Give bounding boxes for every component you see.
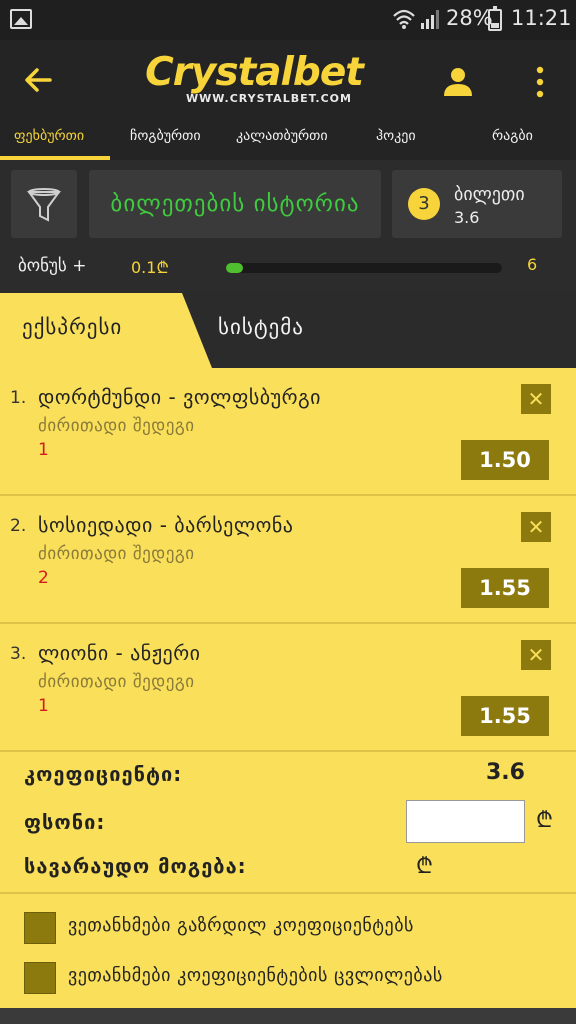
betslip-header-panel: ბილეთების ისტორია 3 ბილეთი 3.6 ბონუს + 0… [0, 160, 576, 293]
filter-button[interactable] [11, 170, 77, 238]
bet-market: ძირითადი შედეგი [38, 672, 195, 692]
bet-odds: 1.55 [461, 696, 549, 736]
coefficient-label: კოეფიციენტი: [24, 762, 183, 786]
bet-item: 2. სოსიედადი - ბარსელონა ძირითადი შედეგი… [0, 496, 576, 624]
checkbox[interactable] [24, 962, 56, 994]
stake-currency: ₾ [536, 808, 553, 833]
bet-type-tabs: ექსპრესი სისტემა [0, 293, 576, 368]
bonus-min: 0.1₾ [131, 258, 169, 277]
bet-item: 1. დორტმუნდი - ვოლფსბურგი ძირითადი შედეგ… [0, 368, 576, 496]
remove-bet-button[interactable]: ✕ [521, 384, 551, 414]
gallery-icon [10, 9, 32, 29]
tickets-count-badge: 3 [408, 188, 440, 220]
tab-basketball[interactable]: კალათბურთი [236, 128, 328, 144]
bottom-bar [0, 1008, 576, 1024]
app-bar: Crystalbet WWW.CRYSTALBET.COM [0, 40, 576, 118]
bet-list: 1. დორტმუნდი - ვოლფსბურგი ძირითადი შედეგ… [0, 368, 576, 752]
bonus-progress-fill [226, 263, 243, 273]
tab-system[interactable]: სისტემა [218, 315, 304, 339]
tickets-label: ბილეთი [454, 184, 525, 205]
back-arrow-icon[interactable] [20, 62, 56, 98]
option-label: ვეთანხმები კოეფიციენტების ცვლილებას [68, 965, 443, 986]
ticket-history-button[interactable]: ბილეთების ისტორია [89, 170, 381, 238]
logo-text: Crystalbet [145, 50, 364, 95]
tab-rugby[interactable]: რაგბი [492, 128, 533, 144]
stake-input[interactable] [406, 800, 525, 843]
accept-increased-odds-option[interactable]: ვეთანხმები გაზრდილ კოეფიციენტებს [24, 912, 524, 944]
tab-express[interactable]: ექსპრესი [22, 315, 122, 339]
bonus-max: 6 [527, 255, 538, 274]
bonus-progress-track [226, 263, 502, 273]
crystalbet-logo[interactable]: Crystalbet WWW.CRYSTALBET.COM [124, 52, 384, 106]
logo-url: WWW.CRYSTALBET.COM [186, 92, 352, 105]
wifi-icon [393, 9, 415, 29]
bet-number: 1. [10, 388, 27, 408]
bet-market: ძირითადი შედეგი [38, 544, 195, 564]
sport-tabs: ფეხბურთი ჩოგბურთი კალათბურთი ჰოკეი რაგბი [0, 118, 576, 160]
funnel-icon [27, 188, 61, 222]
potential-win-label: სავარაუდო მოგება: [24, 854, 247, 878]
bet-teams: დორტმუნდი - ვოლფსბურგი [38, 385, 321, 409]
bet-number: 3. [10, 644, 27, 664]
bet-odds: 1.50 [461, 440, 549, 480]
bet-outcome: 1 [38, 440, 49, 460]
checkbox[interactable] [24, 912, 56, 944]
bet-item: 3. ლიონი - ანჟერი ძირითადი შედეგი 1 ✕ 1.… [0, 624, 576, 752]
signal-icon [421, 10, 439, 29]
potential-win-currency: ₾ [416, 854, 433, 879]
status-bar: 28% 11:21 [0, 0, 576, 40]
remove-bet-button[interactable]: ✕ [521, 512, 551, 542]
tickets-odds: 3.6 [454, 208, 480, 227]
user-icon[interactable] [440, 64, 476, 100]
option-label: ვეთანხმები გაზრდილ კოეფიციენტებს [68, 915, 414, 936]
bet-outcome: 1 [38, 696, 49, 716]
clock: 11:21 [511, 6, 572, 30]
bet-outcome: 2 [38, 568, 49, 588]
tab-hockey[interactable]: ჰოკეი [376, 128, 416, 144]
stake-label: ფსონი: [24, 810, 106, 834]
bonus-label: ბონუს + [18, 256, 87, 276]
accept-odds-change-option[interactable]: ვეთანხმები კოეფიციენტების ცვლილებას [24, 962, 544, 994]
tickets-button[interactable]: 3 ბილეთი 3.6 [392, 170, 562, 238]
bet-market: ძირითადი შედეგი [38, 416, 195, 436]
remove-bet-button[interactable]: ✕ [521, 640, 551, 670]
bet-number: 2. [10, 516, 27, 536]
bet-teams: ლიონი - ანჟერი [38, 641, 201, 665]
more-vertical-icon[interactable] [530, 64, 550, 100]
bet-teams: სოსიედადი - ბარსელონა [38, 513, 294, 537]
battery-icon [488, 6, 502, 31]
battery-percent: 28% [446, 6, 493, 30]
coefficient-value: 3.6 [486, 760, 525, 785]
bet-odds: 1.55 [461, 568, 549, 608]
bet-summary: კოეფიციენტი: 3.6 ფსონი: ₾ სავარაუდო მოგე… [0, 752, 576, 894]
bet-options: ვეთანხმები გაზრდილ კოეფიციენტებს ვეთანხმ… [0, 894, 576, 1008]
tab-football[interactable]: ფეხბურთი [14, 128, 84, 144]
tab-tennis[interactable]: ჩოგბურთი [130, 128, 201, 144]
